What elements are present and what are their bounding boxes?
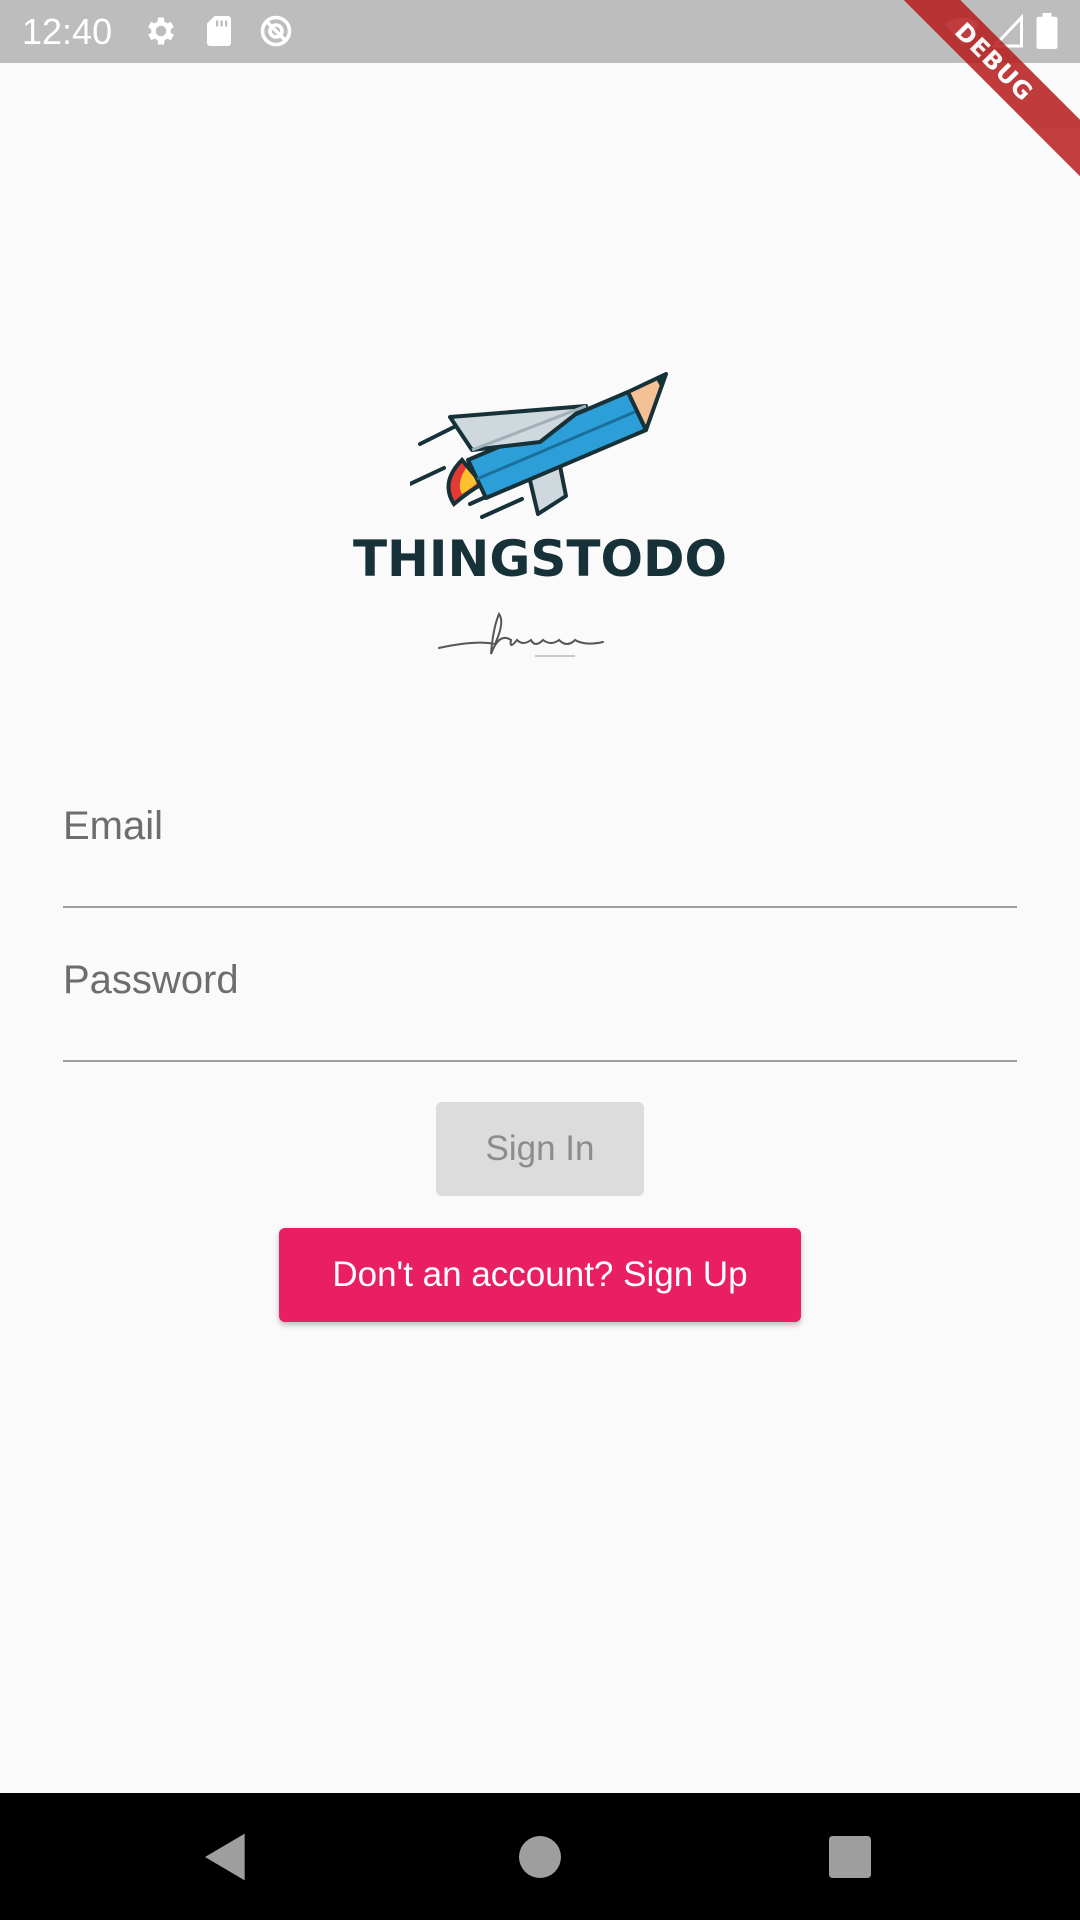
password-field[interactable]: Password	[63, 950, 1017, 1062]
back-icon[interactable]	[198, 1829, 254, 1885]
navigation-bar	[0, 1793, 1080, 1920]
password-input[interactable]	[63, 950, 1017, 1060]
status-time: 12:40	[22, 11, 113, 52]
battery-icon	[1034, 13, 1060, 49]
login-screen: 12:40 DEBUG THINGSTODO Email Password Si…	[0, 0, 1080, 1920]
no-sync-icon	[258, 13, 294, 49]
sign-up-button[interactable]: Don't an account? Sign Up	[279, 1228, 801, 1322]
logo-signature	[435, 610, 615, 670]
email-input[interactable]	[63, 796, 1017, 906]
app-logo: THINGSTODO	[340, 360, 740, 680]
logo-wordmark: THINGSTODO	[352, 530, 728, 588]
settings-icon	[143, 13, 179, 49]
sign-in-button[interactable]: Sign In	[436, 1102, 644, 1196]
sd-card-icon	[201, 13, 237, 49]
recents-icon[interactable]	[822, 1829, 878, 1885]
rocket-pencil-icon	[410, 372, 680, 522]
home-icon[interactable]	[512, 1829, 568, 1885]
email-field[interactable]: Email	[63, 796, 1017, 908]
